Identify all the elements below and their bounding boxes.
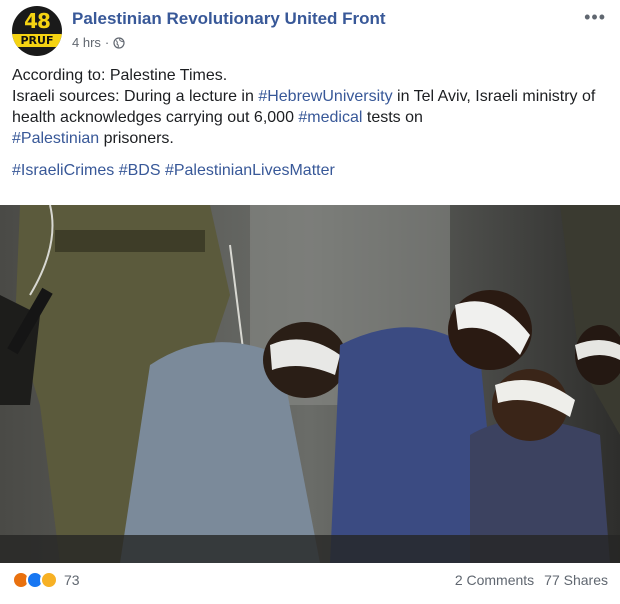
post-footer: 73 2 Comments 77 Shares (12, 567, 608, 593)
facebook-post: 48 PRUF Palestinian Revolutionary United… (0, 0, 620, 604)
reactions-summary[interactable]: 73 (12, 571, 80, 589)
hashtag-medical[interactable]: #medical (298, 109, 362, 126)
post-time[interactable]: 4 hrs (72, 35, 101, 50)
avatar-number: 48 (24, 9, 51, 33)
text-segment: Israeli sources: During a lecture in (12, 88, 259, 105)
avatar-text: PRUF (20, 34, 54, 47)
shares-link[interactable]: 77 Shares (544, 572, 608, 588)
post-line-body: Israeli sources: During a lecture in #He… (12, 86, 608, 149)
hashtag-palestinian-lives-matter[interactable]: #PalestinianLivesMatter (165, 162, 335, 179)
more-options-icon[interactable]: ••• (584, 8, 606, 26)
hashtag-line: #IsraeliCrimes #BDS #PalestinianLivesMat… (12, 160, 608, 181)
post-photo[interactable] (0, 205, 620, 563)
reaction-count: 73 (64, 572, 80, 588)
photo-illustration (0, 205, 620, 563)
hashtag-hebrew-university[interactable]: #HebrewUniversity (258, 88, 392, 105)
post-meta: 4 hrs · (72, 35, 125, 50)
globe-icon (113, 36, 125, 49)
post-stats: 2 Comments 77 Shares (455, 572, 608, 588)
meta-separator: · (104, 35, 110, 50)
hashtag-bds[interactable]: #BDS (119, 162, 161, 179)
text-segment: prisoners. (99, 130, 174, 147)
comments-link[interactable]: 2 Comments (455, 572, 534, 588)
text-segment: tests on (362, 109, 423, 126)
page-avatar[interactable]: 48 PRUF (12, 6, 62, 56)
hashtag-israeli-crimes[interactable]: #IsraeliCrimes (12, 162, 114, 179)
page-name-link[interactable]: Palestinian Revolutionary United Front (72, 9, 386, 29)
post-text: According to: Palestine Times. Israeli s… (12, 65, 608, 181)
post-line-source: According to: Palestine Times. (12, 67, 228, 84)
post-header: 48 PRUF Palestinian Revolutionary United… (12, 6, 608, 56)
hashtag-palestinian[interactable]: #Palestinian (12, 130, 99, 147)
sad-reaction-icon (40, 571, 58, 589)
